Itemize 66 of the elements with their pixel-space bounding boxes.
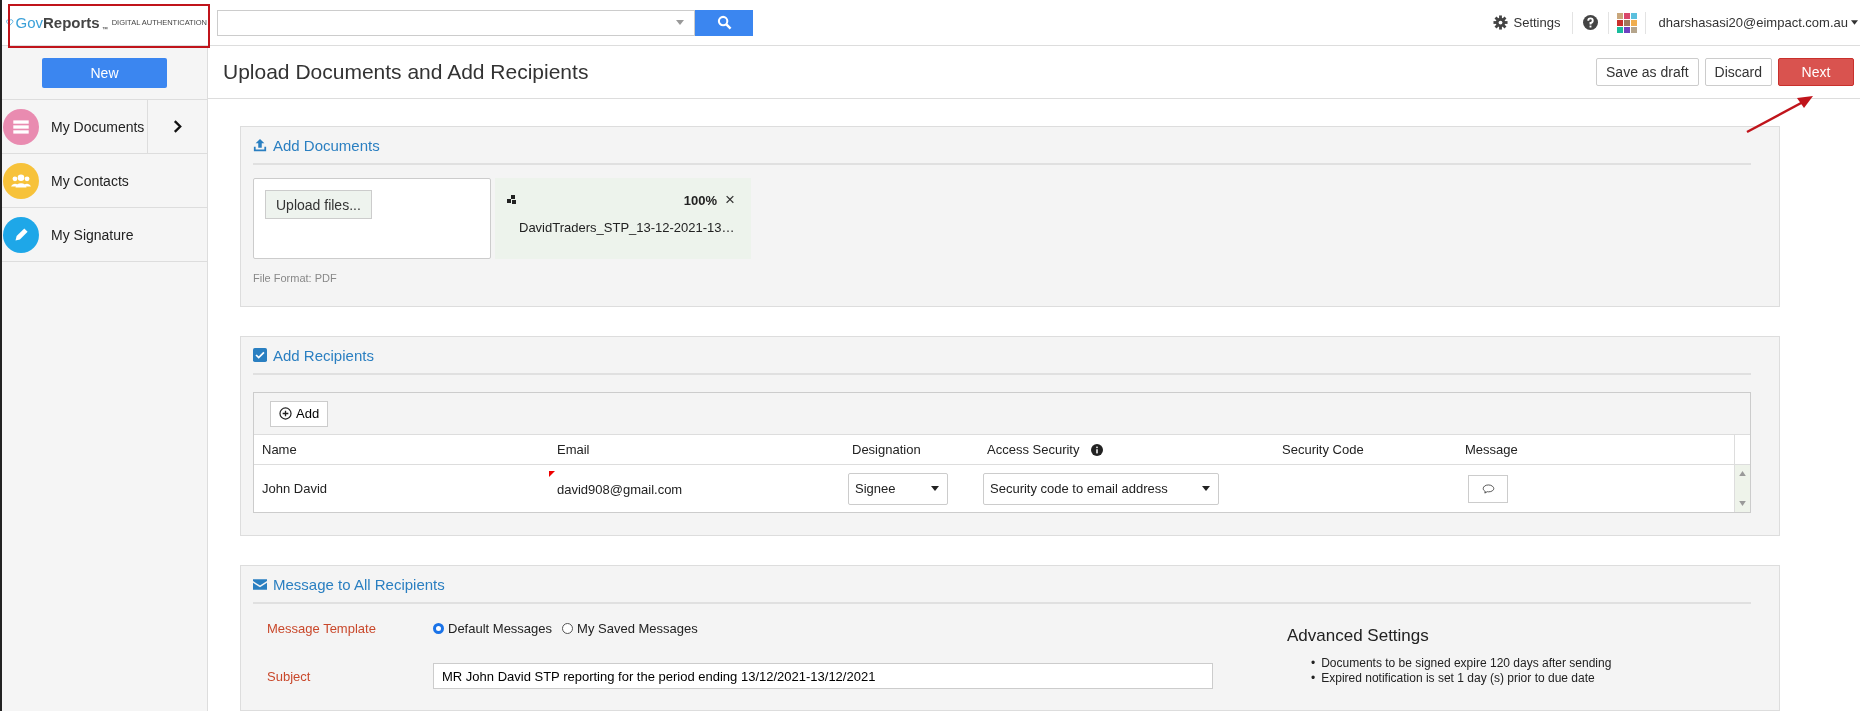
panel-title: Message to All Recipients (273, 575, 445, 593)
search-button[interactable] (695, 9, 753, 36)
search-icon (716, 15, 732, 30)
new-button[interactable]: New (42, 57, 167, 88)
upload-dropzone[interactable]: Upload files... (253, 178, 491, 259)
caret-icon (931, 486, 939, 491)
setting-note: Documents to be signed expire 120 days after sending (1321, 656, 1612, 671)
column-header: Designation (852, 442, 921, 457)
envelope-icon (253, 578, 267, 590)
access-security-select[interactable]: Security code to email address (983, 472, 1219, 505)
sidebar-item-label: My Contacts (51, 172, 130, 189)
search-field[interactable] (217, 9, 695, 36)
user-menu[interactable]: dharshasasi20@eimpact.com.au (1654, 15, 1860, 30)
column-header: Access Security (987, 442, 1080, 457)
message-button[interactable] (1468, 474, 1508, 503)
speech-bubble-icon (1481, 483, 1495, 494)
scrollbar[interactable] (1734, 465, 1750, 512)
add-button[interactable]: Add (270, 400, 329, 427)
remove-button[interactable]: × (717, 190, 735, 210)
radio-option[interactable]: My Saved Messages (562, 620, 698, 636)
help-icon[interactable] (1583, 15, 1599, 30)
caret-icon (676, 20, 684, 25)
file-icon (507, 195, 517, 205)
checkbox-icon (253, 348, 267, 362)
annotation-arrow (1745, 94, 1815, 134)
sidebar-item[interactable]: My Signature (2, 208, 207, 262)
next-button[interactable]: Next (1778, 58, 1854, 86)
table-cell: John David (262, 481, 328, 496)
upload-files-button[interactable]: Upload files... (265, 190, 372, 219)
column-header: Message (1465, 442, 1518, 457)
sidebar-item-label: My Documents (51, 118, 146, 135)
caret-icon (1851, 20, 1858, 25)
bullet: • (1311, 656, 1316, 671)
column-header: Security Code (1282, 442, 1364, 457)
column-header: Name (262, 442, 297, 457)
plus-circle-icon (279, 407, 292, 420)
info-icon (1091, 443, 1104, 456)
apps-grid-icon[interactable] (1617, 12, 1638, 33)
percent-label: 100% (683, 192, 718, 208)
upload-icon (253, 138, 267, 152)
action-button[interactable]: Save as draft (1596, 58, 1699, 86)
setting-note: Expired notification is set 1 day (s) prior to due date (1321, 671, 1595, 686)
panel-title: Add Documents (273, 136, 380, 154)
scroll-up-icon[interactable] (1739, 471, 1746, 476)
page-title: Upload Documents and Add Recipients (223, 60, 590, 84)
table-cell: david908@gmail.com (557, 482, 683, 497)
action-button[interactable]: Discard (1704, 58, 1772, 86)
sidebar-item-label: My Signature (51, 226, 135, 243)
designation-select[interactable]: Signee (848, 472, 948, 505)
scroll-down-icon[interactable] (1739, 501, 1746, 506)
settings-icon (1492, 15, 1508, 30)
bullet: • (1311, 671, 1316, 686)
advanced-settings-title: Advanced Settings (1287, 626, 1430, 646)
field-label: Message Template (267, 620, 377, 636)
subject-field[interactable]: MR John David STP reporting for the period ending 13/12/2021-13/12/2021 (433, 663, 1213, 689)
column-header: Email (557, 442, 590, 457)
sidebar-item[interactable]: My Contacts (2, 154, 207, 208)
panel-title: Add Recipients (273, 346, 374, 364)
field-label: Subject (267, 668, 312, 684)
caret-icon (1202, 486, 1210, 491)
radio-option[interactable]: Default Messages (433, 620, 553, 636)
file-format-note: File Format: PDF (253, 272, 338, 284)
settings-button[interactable]: Settings (1488, 15, 1565, 30)
file-name: DavidTraders_STP_13-12-2021-13… (518, 220, 735, 235)
logo-brand: GovReports (15, 14, 100, 31)
sidebar-item[interactable]: My Documents (2, 100, 207, 154)
